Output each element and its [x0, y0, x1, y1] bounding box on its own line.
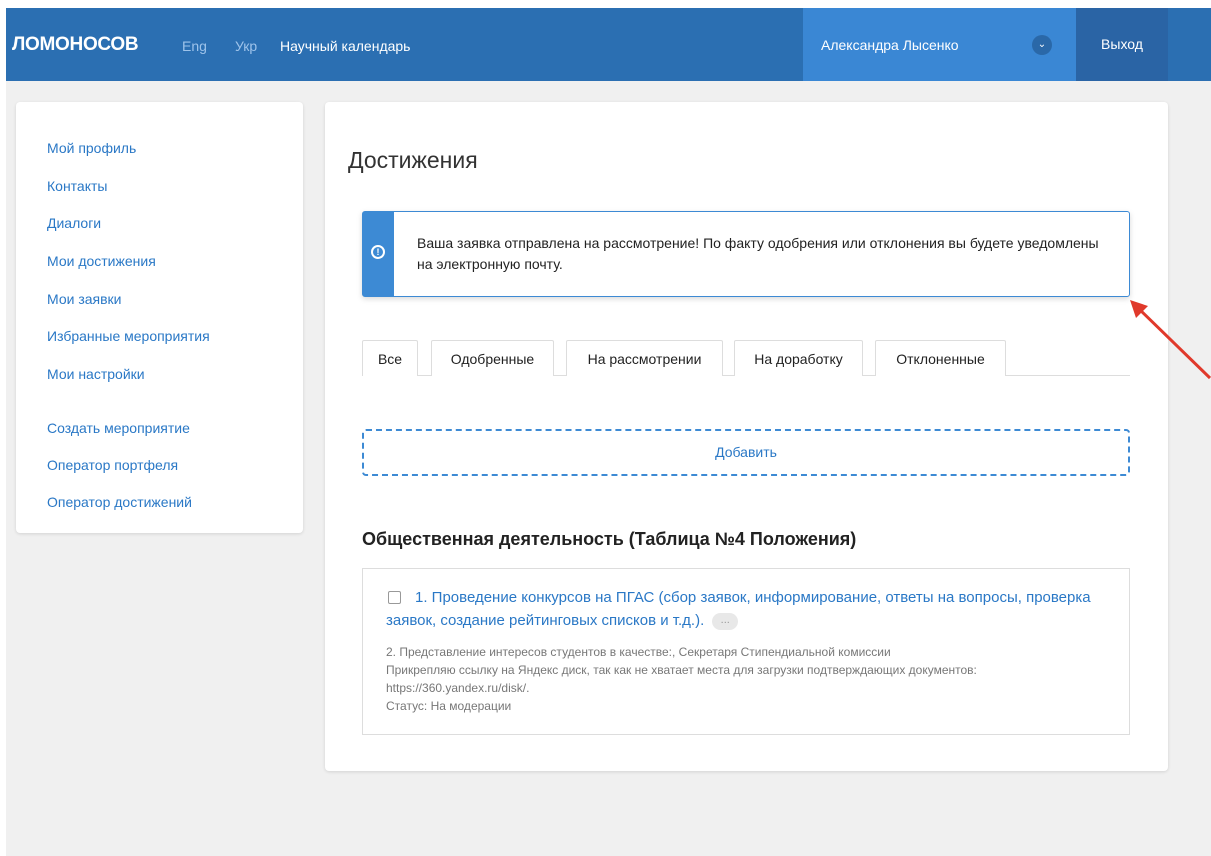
tab-rejected[interactable]: Отклоненные [875, 340, 1006, 376]
description-line: Прикрепляю ссылку на Яндекс диск, так ка… [386, 663, 977, 677]
sidebar-item-contacts[interactable]: Контакты [47, 178, 107, 194]
status-text: Статус: На модерации [386, 699, 512, 713]
notification-alert: ! Ваша заявка отправлена на рассмотрение… [362, 211, 1130, 297]
language-english-link[interactable]: Eng [182, 38, 207, 54]
alert-message: Ваша заявка отправлена на рассмотрение! … [417, 235, 1099, 272]
brand-logo[interactable]: ЛОМОНОСОВ [12, 34, 139, 56]
achievement-description: 2. Представление интересов студентов в к… [386, 643, 1106, 715]
page-title: Достижения [348, 147, 478, 173]
tab-needs-revision[interactable]: На доработку [734, 340, 863, 376]
achievement-card: 1. Проведение конкурсов на ПГАС (сбор за… [362, 568, 1130, 735]
sidebar-item-portfolio-operator[interactable]: Оператор портфеля [47, 457, 178, 473]
tab-all[interactable]: Все [362, 340, 418, 376]
sidebar-item-create-event[interactable]: Создать мероприятие [47, 420, 190, 436]
sidebar-item-my-settings[interactable]: Мои настройки [47, 366, 145, 382]
user-menu[interactable]: Александра Лысенко ⌄ [803, 8, 1076, 81]
science-calendar-link[interactable]: Научный календарь [280, 38, 410, 54]
more-button[interactable]: ... [712, 612, 739, 630]
annotation-arrow-line [1134, 304, 1211, 380]
chevron-down-icon[interactable]: ⌄ [1032, 35, 1052, 55]
tab-approved[interactable]: Одобренные [431, 340, 554, 376]
description-link: https://360.yandex.ru/disk/. [386, 681, 530, 695]
achievement-title-text[interactable]: 1. Проведение конкурсов на ПГАС (сбор за… [386, 589, 1091, 629]
sidebar-item-achievements-operator[interactable]: Оператор достижений [47, 494, 192, 510]
user-name[interactable]: Александра Лысенко [821, 37, 959, 53]
main-content-panel: Достижения ! Ваша заявка отправлена на р… [325, 102, 1168, 771]
achievement-title[interactable]: 1. Проведение конкурсов на ПГАС (сбор за… [386, 586, 1106, 632]
top-navigation-bar: ЛОМОНОСОВ Eng Укр Научный календарь Алек… [6, 8, 1211, 81]
status-tabs: Все Одобренные На рассмотрении На дорабо… [362, 340, 1130, 376]
alert-strip: ! [363, 212, 394, 296]
sidebar-item-my-achievements[interactable]: Мои достижения [47, 253, 156, 269]
description-line: 2. Представление интересов студентов в к… [386, 645, 891, 659]
sidebar: Мой профиль Контакты Диалоги Мои достиже… [16, 102, 303, 533]
tab-under-review[interactable]: На рассмотрении [566, 340, 723, 376]
sidebar-item-dialogs[interactable]: Диалоги [47, 215, 101, 231]
add-achievement-button[interactable]: Добавить [362, 429, 1130, 476]
sidebar-item-my-profile[interactable]: Мой профиль [47, 140, 136, 156]
info-icon: ! [371, 245, 385, 259]
section-title: Общественная деятельность (Таблица №4 По… [362, 529, 857, 549]
language-ukrainian-link[interactable]: Укр [235, 38, 257, 54]
sidebar-item-favorite-events[interactable]: Избранные мероприятия [47, 328, 210, 344]
app-window: ЛОМОНОСОВ Eng Укр Научный календарь Алек… [6, 8, 1211, 856]
sidebar-item-my-applications[interactable]: Мои заявки [47, 291, 121, 307]
logout-button[interactable]: Выход [1076, 8, 1168, 81]
annotation-arrow-icon [1130, 300, 1211, 380]
